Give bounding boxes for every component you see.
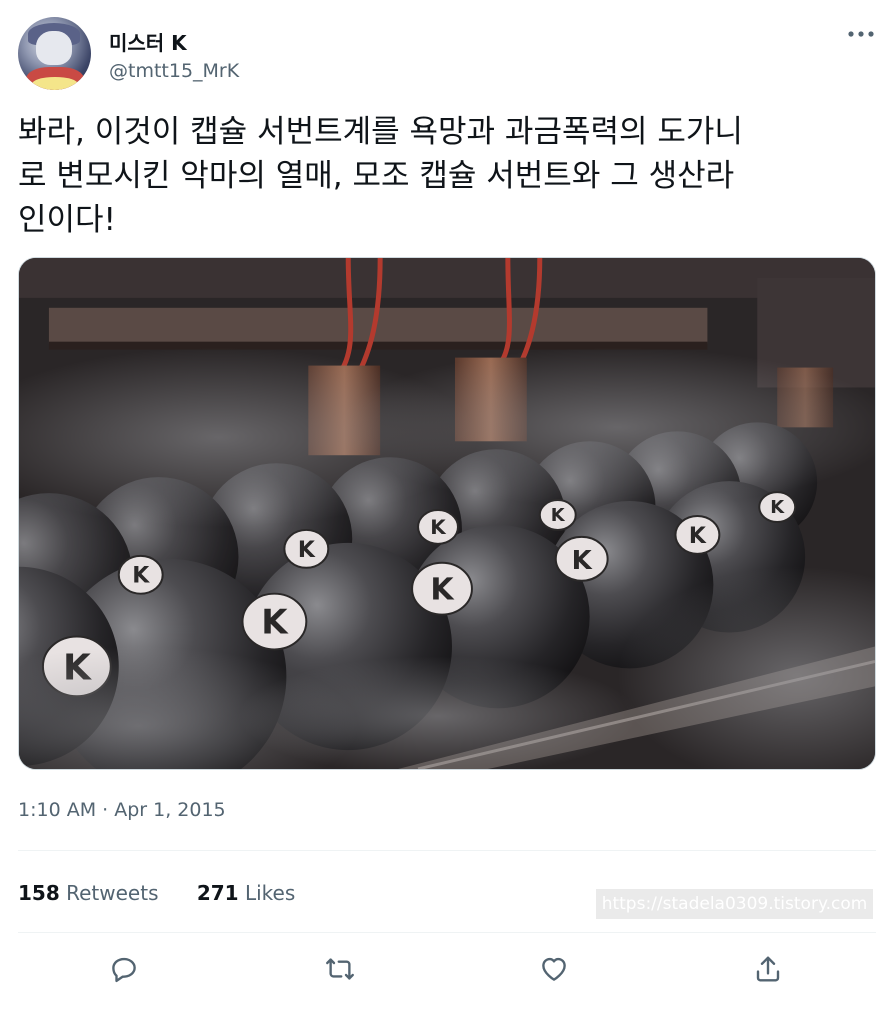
tweet-stats: 158 Retweets 271 Likes: [18, 881, 327, 905]
divider: [18, 932, 876, 933]
avatar-face: [36, 31, 72, 65]
divider: [18, 850, 876, 851]
retweet-icon: [326, 958, 354, 980]
watermark: https://stadela0309.tistory.com: [596, 889, 873, 919]
more-icon: [848, 31, 874, 37]
capsule-mark: K: [430, 573, 455, 608]
author-handle[interactable]: @tmtt15_MrK: [109, 60, 239, 82]
retweets-stat[interactable]: 158 Retweets: [18, 881, 158, 905]
share-icon: [756, 956, 780, 982]
like-icon: [542, 957, 566, 981]
retweets-count: 158: [18, 881, 60, 905]
more-button[interactable]: [844, 24, 878, 44]
capsule-mark: K: [551, 505, 566, 526]
avatar[interactable]: [18, 17, 91, 90]
reply-icon: [112, 957, 136, 983]
capsule-mark: K: [572, 546, 593, 576]
author-name[interactable]: 미스터 K: [109, 27, 187, 56]
capsule-mark: K: [770, 497, 785, 518]
likes-label: Likes: [244, 881, 296, 905]
capsule-mark: K: [689, 524, 707, 549]
capsule-factory-image: K K K K K K K K K K: [19, 258, 875, 769]
capsule-mark: K: [298, 538, 316, 563]
retweet-button[interactable]: [323, 952, 357, 986]
tweet-image[interactable]: K K K K K K K K K K: [18, 257, 876, 770]
tweet-actions: [0, 944, 894, 994]
likes-stat[interactable]: 271 Likes: [197, 881, 295, 905]
likes-count: 271: [196, 881, 239, 905]
tweet-timestamp[interactable]: 1:10 AM · Apr 1, 2015: [18, 799, 226, 821]
tweet-text: 봐라, 이것이 캡슐 서번트계를 욕망과 과금폭력의 도가니 로 변모시킨 악마…: [18, 114, 743, 238]
like-button[interactable]: [537, 952, 571, 986]
share-button[interactable]: [751, 952, 785, 986]
retweets-label: Retweets: [66, 881, 159, 905]
capsule-mark: K: [430, 516, 447, 539]
reply-button[interactable]: [107, 952, 141, 986]
avatar-base: [32, 77, 78, 90]
capsule-mark: K: [261, 603, 289, 642]
capsule-mark: K: [132, 564, 150, 589]
